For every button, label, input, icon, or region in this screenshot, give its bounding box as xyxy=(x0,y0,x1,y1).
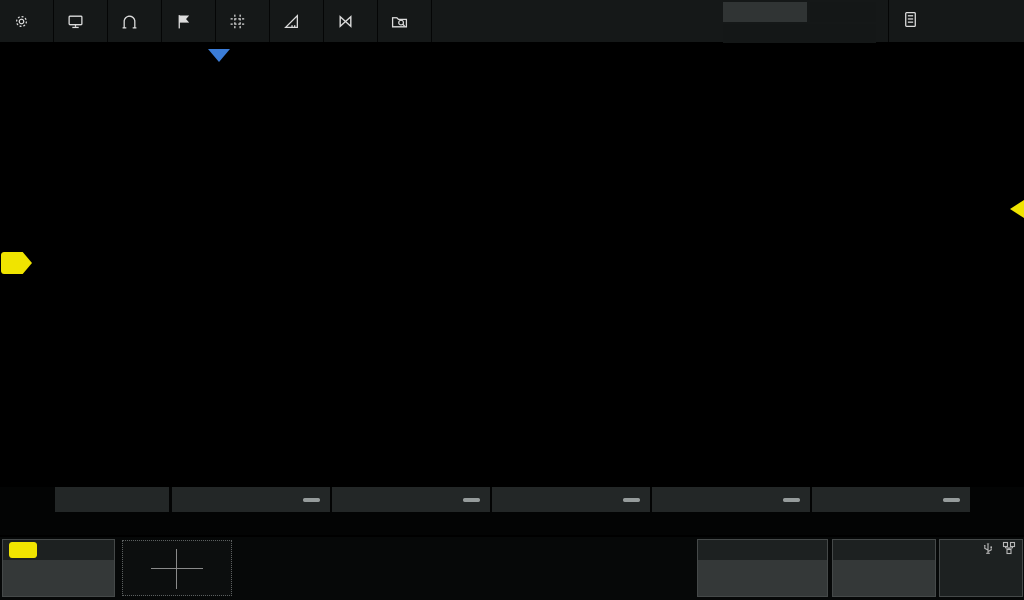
channel1-badge[interactable] xyxy=(9,542,37,558)
clock-time xyxy=(940,560,1022,579)
trigger-descriptor[interactable] xyxy=(832,539,936,597)
run-state-badge[interactable] xyxy=(810,2,876,22)
close-icon[interactable] xyxy=(995,488,1017,510)
measure-col-rms[interactable] xyxy=(332,487,490,512)
menu-utility[interactable] xyxy=(0,0,54,42)
clock-date xyxy=(940,579,1022,597)
bowtie-icon xyxy=(336,12,354,30)
status-box xyxy=(939,539,1023,597)
measure-col-mean[interactable] xyxy=(492,487,650,512)
remove-measure-icon[interactable] xyxy=(303,498,320,502)
menu-math[interactable] xyxy=(324,0,378,42)
footer-bar xyxy=(0,537,1024,600)
system-setting-button[interactable] xyxy=(888,0,1024,42)
cursors-grid-icon xyxy=(228,12,246,30)
ruler-triangle-icon xyxy=(282,12,300,30)
menu-trigger[interactable] xyxy=(162,0,216,42)
channel1-descriptor[interactable] xyxy=(2,539,115,597)
menu-display[interactable] xyxy=(54,0,108,42)
folder-search-icon xyxy=(390,12,408,30)
arch-icon xyxy=(120,12,138,30)
usb-icon xyxy=(982,541,994,559)
remove-measure-icon[interactable] xyxy=(623,498,640,502)
flag-icon xyxy=(174,12,192,30)
menu-analysis[interactable] xyxy=(378,0,432,42)
measure-header-row xyxy=(0,487,1024,512)
list-doc-icon xyxy=(903,11,918,32)
trigger-position-marker[interactable] xyxy=(208,49,230,62)
crosshair-icon xyxy=(151,568,203,569)
lan-icon xyxy=(1002,541,1016,559)
measure-title xyxy=(55,487,169,512)
oscilloscope-screen xyxy=(0,0,1024,600)
trigger-level-marker[interactable] xyxy=(1010,200,1024,218)
brand-cluster xyxy=(723,0,878,44)
menu-measure[interactable] xyxy=(270,0,324,42)
empty-channel-slot[interactable] xyxy=(122,540,232,596)
menu-acquire[interactable] xyxy=(108,0,162,42)
frequency-readout xyxy=(723,24,876,43)
monitor-icon xyxy=(66,12,84,30)
remove-measure-icon[interactable] xyxy=(783,498,800,502)
remove-measure-icon[interactable] xyxy=(463,498,480,502)
remove-measure-icon[interactable] xyxy=(943,498,960,502)
measure-col-duty[interactable] xyxy=(652,487,810,512)
siglent-logo xyxy=(723,2,807,22)
menu-cursors[interactable] xyxy=(216,0,270,42)
timebase-descriptor[interactable] xyxy=(697,539,828,597)
gear-icon xyxy=(12,12,30,30)
crosshair-icon xyxy=(176,549,177,589)
measure-panel xyxy=(0,487,1024,535)
measure-col-pkpk[interactable] xyxy=(172,487,330,512)
measure-col-amplitude[interactable] xyxy=(812,487,970,512)
